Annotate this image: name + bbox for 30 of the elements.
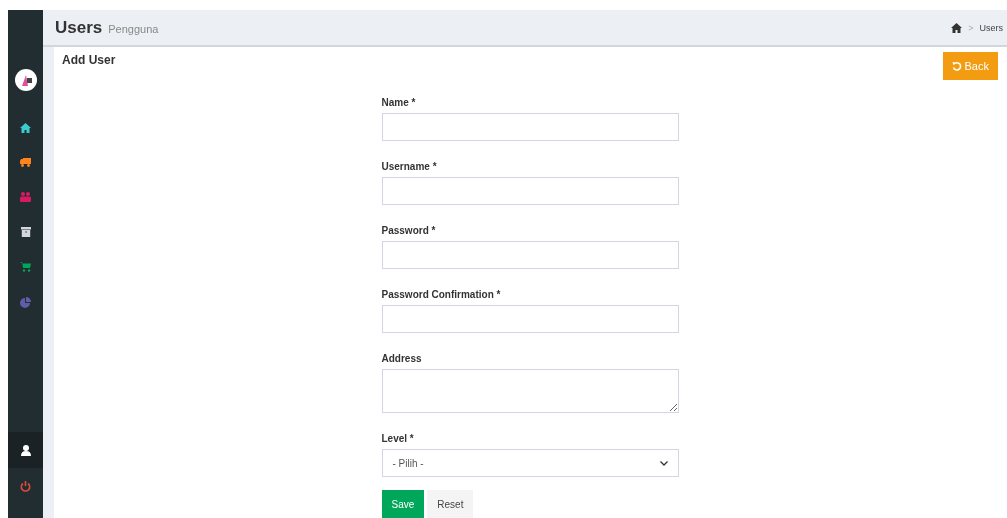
address-field[interactable] bbox=[381, 369, 679, 413]
archive-icon[interactable] bbox=[20, 227, 31, 237]
breadcrumb-separator: > bbox=[968, 22, 974, 33]
user-icon[interactable] bbox=[20, 444, 31, 456]
power-icon[interactable] bbox=[20, 481, 31, 492]
field-label: Address bbox=[381, 353, 423, 364]
users-icon[interactable] bbox=[20, 192, 31, 202]
field-label: Password Confirmation * bbox=[381, 289, 502, 300]
home-icon[interactable] bbox=[951, 22, 963, 33]
field-label: Password * bbox=[381, 225, 437, 236]
truck-icon[interactable] bbox=[20, 158, 31, 167]
field-label: Name * bbox=[381, 97, 417, 108]
logo-icon[interactable] bbox=[14, 69, 37, 91]
pie-chart-icon[interactable] bbox=[20, 297, 31, 308]
home-icon[interactable] bbox=[20, 123, 31, 133]
undo-icon bbox=[951, 61, 962, 71]
breadcrumb-item[interactable]: Users bbox=[979, 22, 1003, 33]
text-field[interactable] bbox=[381, 177, 679, 205]
card-title: Add User bbox=[62, 53, 116, 67]
field-label: Username * bbox=[381, 161, 438, 172]
chevron-down-icon bbox=[659, 460, 668, 466]
cart-icon[interactable] bbox=[20, 262, 31, 272]
text-field[interactable] bbox=[381, 113, 679, 141]
password-field[interactable] bbox=[381, 305, 679, 333]
page-subtitle: Pengguna bbox=[108, 22, 159, 35]
field-label: Level * bbox=[381, 433, 415, 444]
level-dropdown[interactable]: - Pilih - bbox=[381, 449, 679, 477]
reset-button[interactable]: Reset bbox=[427, 490, 474, 518]
page-title: Users bbox=[55, 17, 103, 38]
password-field[interactable] bbox=[381, 241, 679, 269]
